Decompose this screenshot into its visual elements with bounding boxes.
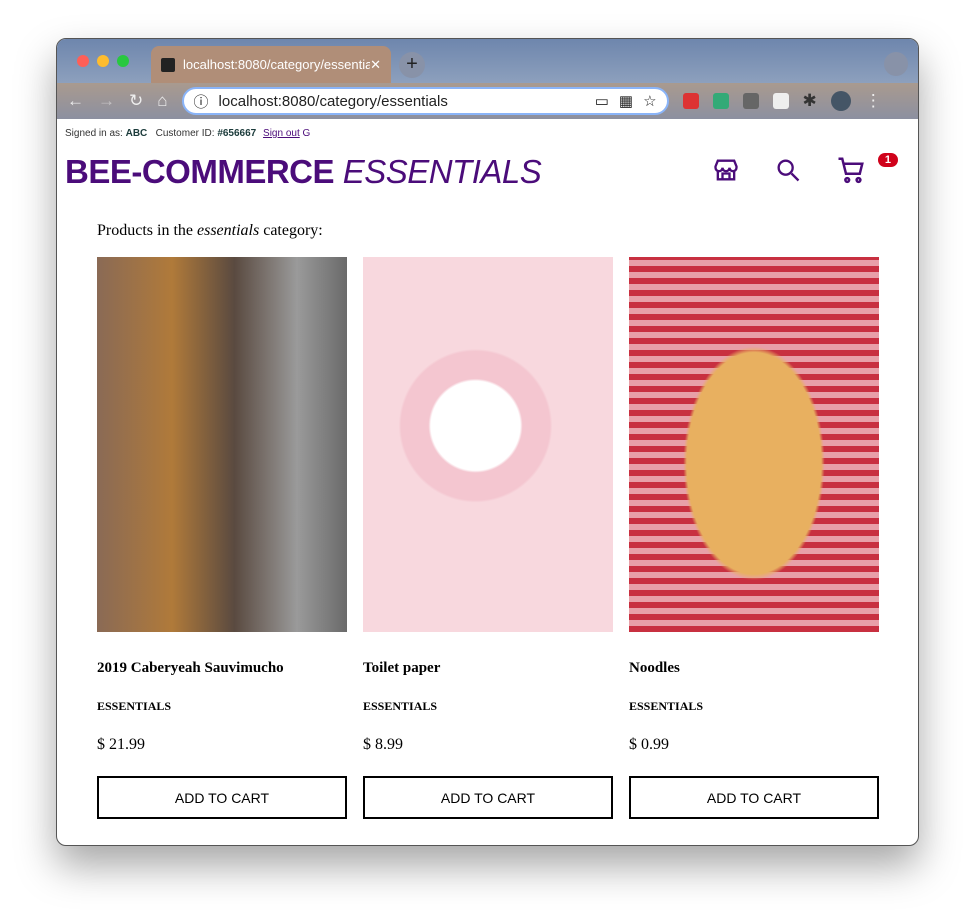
cart-icon <box>838 157 864 184</box>
intro-suffix: category: <box>259 222 323 239</box>
url-text: localhost:8080/category/essentials <box>218 92 448 110</box>
brand-main: BEE-COMMERCE <box>65 153 335 190</box>
cast-icon[interactable]: ▭ <box>595 92 609 110</box>
product-image[interactable] <box>629 257 879 632</box>
extension-icon[interactable] <box>682 93 699 109</box>
qr-icon[interactable]: ▦ <box>619 92 633 110</box>
bookmark-star-icon[interactable]: ☆ <box>643 92 656 110</box>
user-name: ABC <box>125 128 148 139</box>
intro-category: essentials <box>197 222 260 239</box>
product-image[interactable] <box>97 257 347 632</box>
tab-bar: localhost:8080/category/essentials ✕ + <box>57 39 918 83</box>
brand-sub: ESSENTIALS <box>342 153 542 190</box>
extension-icon[interactable] <box>712 93 729 109</box>
product-category: ESSENTIALS <box>629 699 704 713</box>
close-window-button[interactable] <box>77 55 89 67</box>
close-tab-icon[interactable]: ✕ <box>370 57 381 73</box>
product-image[interactable] <box>363 257 613 632</box>
minimize-window-button[interactable] <box>97 55 109 67</box>
header-icons: 1 <box>712 153 898 185</box>
new-tab-button[interactable]: + <box>399 52 425 78</box>
product-category: ESSENTIALS <box>97 699 172 713</box>
tab-search-button[interactable] <box>884 52 908 76</box>
browser-tab[interactable]: localhost:8080/category/essentials ✕ <box>151 46 391 83</box>
back-icon[interactable]: ← <box>67 91 84 111</box>
add-to-cart-button[interactable]: ADD TO CART <box>363 776 613 819</box>
cart-count-badge: 1 <box>877 153 898 167</box>
extension-icon[interactable] <box>742 93 759 109</box>
search-icon[interactable] <box>774 156 802 184</box>
product-category: ESSENTIALS <box>363 699 438 713</box>
user-info: Signed in as: ABC Customer ID: #656667 S… <box>65 128 310 139</box>
category-intro: Products in the essentials category: <box>97 222 323 240</box>
add-to-cart-button[interactable]: ADD TO CART <box>629 776 879 819</box>
store-icon[interactable] <box>712 156 740 184</box>
home-icon[interactable]: ⌂ <box>157 91 167 111</box>
cart-button[interactable]: 1 <box>836 153 898 185</box>
tab-title: localhost:8080/category/essentials <box>183 57 371 72</box>
product-name[interactable]: 2019 Caberyeah Sauvimucho <box>97 660 347 677</box>
intro-prefix: Products in the <box>97 222 197 239</box>
product-name[interactable]: Toilet paper <box>363 660 613 677</box>
sign-out-link[interactable]: Sign out <box>263 128 300 139</box>
product-price: $ 21.99 <box>97 736 145 753</box>
page: Signed in as: ABC Customer ID: #656667 S… <box>57 119 918 845</box>
google-icon: G <box>302 128 311 139</box>
puzzle-icon[interactable]: ✱ <box>803 91 817 111</box>
product-price: $ 0.99 <box>629 736 669 753</box>
info-icon[interactable]: ⓘ <box>194 91 209 112</box>
customer-id: #656667 <box>217 128 257 139</box>
product-name[interactable]: Noodles <box>629 660 879 677</box>
menu-icon[interactable]: ⋮ <box>865 91 882 111</box>
forward-icon[interactable]: → <box>98 91 115 111</box>
browser-toolbar: ← → ↻ ⌂ ⓘ localhost:8080/category/essent… <box>57 83 918 119</box>
qr-extension-icon[interactable] <box>772 93 789 109</box>
product-card: 2019 Caberyeah Sauvimucho ESSENTIALS $ 2… <box>97 257 347 819</box>
add-to-cart-button[interactable]: ADD TO CART <box>97 776 347 819</box>
browser-window: localhost:8080/category/essentials ✕ + ←… <box>56 38 919 846</box>
product-price: $ 8.99 <box>363 736 403 753</box>
reload-icon[interactable]: ↻ <box>129 91 143 111</box>
brand-logo[interactable]: BEE-COMMERCE ESSENTIALS <box>65 153 542 191</box>
address-bar[interactable]: ⓘ localhost:8080/category/essentials ▭ ▦… <box>181 87 669 115</box>
product-card: Noodles ESSENTIALS $ 0.99 ADD TO CART <box>629 257 879 819</box>
maximize-window-button[interactable] <box>117 55 129 67</box>
product-card: Toilet paper ESSENTIALS $ 8.99 ADD TO CA… <box>363 257 613 819</box>
avatar[interactable] <box>830 91 851 111</box>
signed-label: Signed in as: <box>65 128 123 139</box>
favicon-icon <box>161 57 175 72</box>
customer-label: Customer ID: <box>155 128 215 139</box>
product-grid: 2019 Caberyeah Sauvimucho ESSENTIALS $ 2… <box>97 257 879 819</box>
